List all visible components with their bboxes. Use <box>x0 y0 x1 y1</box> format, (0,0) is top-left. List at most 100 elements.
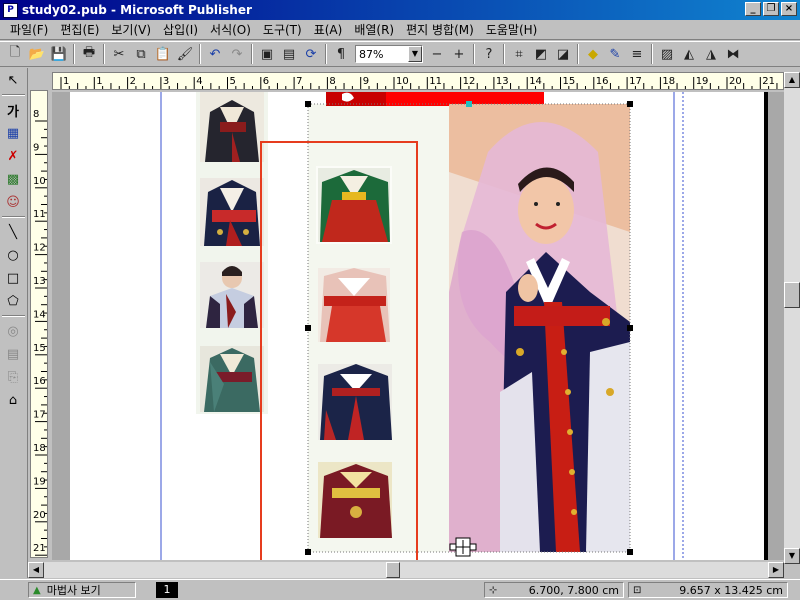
rectangle-tool-icon[interactable]: □ <box>0 267 26 289</box>
help-icon[interactable]: ? <box>478 43 500 65</box>
open-icon[interactable]: 📂 <box>26 43 48 65</box>
design-gallery-icon[interactable]: ⌂ <box>0 389 26 411</box>
table-frame-icon[interactable]: ▦ <box>0 122 26 144</box>
h-ruler-label: 1 <box>96 76 102 87</box>
scroll-up-icon[interactable]: ▲ <box>784 72 800 88</box>
v-ruler-label: 13 <box>33 276 46 287</box>
page-indicator[interactable]: 1 <box>156 582 178 598</box>
copy-icon[interactable]: ⧉ <box>130 43 152 65</box>
horizontal-scroll-thumb[interactable] <box>386 562 400 578</box>
text-frame-icon[interactable]: 가 <box>0 99 26 121</box>
format-painter-icon[interactable]: 🖌 <box>174 43 196 65</box>
zoom-out-icon[interactable]: − <box>426 43 448 65</box>
v-ruler-label: 14 <box>33 309 46 320</box>
form-control-icon[interactable]: ▤ <box>0 343 26 365</box>
menu-insert[interactable]: 삽입(I) <box>157 21 204 38</box>
rotate-icon[interactable]: ⟳ <box>300 43 322 65</box>
menu-help[interactable]: 도움말(H) <box>480 21 544 38</box>
v-ruler-label: 18 <box>33 443 46 454</box>
flip-vertical-icon[interactable]: ⧓ <box>722 43 744 65</box>
zoom-select[interactable]: 87% ▼ <box>355 45 423 63</box>
scroll-down-icon[interactable]: ▼ <box>784 548 800 564</box>
toolbar-separator <box>73 44 75 64</box>
v-ruler-label: 15 <box>33 343 46 354</box>
save-icon[interactable]: 💾 <box>48 43 70 65</box>
minimize-button[interactable]: _ <box>745 2 761 16</box>
wordart-icon[interactable]: ✗ <box>0 145 26 167</box>
wizard-toggle[interactable]: ▲ 마법사 보기 <box>28 582 136 598</box>
v-ruler-label: 12 <box>33 243 46 254</box>
hotspot-icon[interactable]: ◎ <box>0 320 26 342</box>
size-icon: ⊡ <box>633 584 642 596</box>
bring-front-icon[interactable]: ▣ <box>256 43 278 65</box>
shadow-icon[interactable]: ▨ <box>656 43 678 65</box>
pointer-icon[interactable]: ↖ <box>0 69 26 91</box>
window-title: study02.pub - Microsoft Publisher <box>22 3 252 17</box>
rotate-left-icon[interactable]: ◭ <box>678 43 700 65</box>
menu-format[interactable]: 서식(O) <box>204 21 257 38</box>
horizontal-ruler[interactable]: 1 1 2 3 4 5 6 7 8 9 10 11 12 13 14 15 16 17 18 19 20 21 <box>52 72 784 90</box>
undo-icon[interactable]: ↶ <box>204 43 226 65</box>
pilcrow-icon[interactable]: ¶ <box>330 43 352 65</box>
line-color-icon[interactable]: ✎ <box>604 43 626 65</box>
toolbar-separator <box>651 44 653 64</box>
h-ruler-label: 6 <box>263 76 269 87</box>
menu-view[interactable]: 보기(V) <box>105 21 157 38</box>
new-icon[interactable]: 🗋 <box>4 43 26 65</box>
vertical-ruler[interactable]: 8 9 10 11 12 13 14 15 16 17 18 19 20 21 <box>30 90 48 558</box>
vertical-scrollbar[interactable]: ▲ ▼ <box>784 72 800 564</box>
scroll-right-icon[interactable]: ▶ <box>768 562 784 578</box>
menu-edit[interactable]: 편집(E) <box>54 21 105 38</box>
hanbok-main-image[interactable] <box>308 92 630 552</box>
v-ruler-label: 17 <box>33 410 46 421</box>
picture-frame-icon[interactable]: ◩ <box>530 43 552 65</box>
h-ruler-label: 10 <box>396 76 409 87</box>
clipart-icon[interactable]: ☺ <box>0 191 26 213</box>
objects-toolbar: ↖ 가 ▦ ✗ ▩ ☺ ╲ ○ □ ⬠ ◎ ▤ ⎘ ⌂ <box>0 68 28 578</box>
h-ruler-label: 9 <box>363 76 369 87</box>
vertical-scroll-thumb[interactable] <box>784 282 800 308</box>
close-button[interactable]: × <box>781 2 797 16</box>
print-icon[interactable]: 🖶 <box>78 43 100 65</box>
flip-icon[interactable]: ◮ <box>700 43 722 65</box>
custom-shape-icon[interactable]: ⬠ <box>0 290 26 312</box>
toolbar-separator <box>103 44 105 64</box>
scroll-left-icon[interactable]: ◀ <box>28 562 44 578</box>
menu-bar: 파일(F) 편집(E) 보기(V) 삽입(I) 서식(O) 도구(T) 표(A)… <box>0 20 800 40</box>
line-style-icon[interactable]: ≡ <box>626 43 648 65</box>
h-ruler-label: 5 <box>230 76 236 87</box>
zoom-in-icon[interactable]: + <box>448 43 470 65</box>
line-tool-icon[interactable]: ╲ <box>0 221 26 243</box>
h-ruler-label: 4 <box>196 76 202 87</box>
chevron-down-icon[interactable]: ▼ <box>408 46 422 62</box>
maximize-button[interactable]: ❐ <box>763 2 779 16</box>
fill-color-icon[interactable]: ◆ <box>582 43 604 65</box>
picture-icon[interactable]: ▩ <box>0 168 26 190</box>
redo-icon[interactable]: ↷ <box>226 43 248 65</box>
v-ruler-label: 19 <box>33 476 46 487</box>
menu-mail-merge[interactable]: 편지 병합(M) <box>400 21 480 38</box>
v-ruler-label: 9 <box>33 142 39 153</box>
menu-arrange[interactable]: 배열(R) <box>348 21 400 38</box>
menu-table[interactable]: 표(A) <box>308 21 349 38</box>
publication-page[interactable] <box>70 92 768 560</box>
html-fragment-icon[interactable]: ⎘ <box>0 366 26 388</box>
toolbar-separator <box>577 44 579 64</box>
vertical-ruler-ticks: 8 9 10 11 12 13 14 15 16 17 18 19 20 21 <box>33 109 47 556</box>
menu-file[interactable]: 파일(F) <box>4 21 54 38</box>
wrap-text-icon[interactable]: ◪ <box>552 43 574 65</box>
menu-tools[interactable]: 도구(T) <box>257 21 308 38</box>
hanbok-strip-left[interactable] <box>196 92 268 414</box>
v-ruler-label: 10 <box>33 176 46 187</box>
paste-icon[interactable]: 📋 <box>152 43 174 65</box>
crop-icon[interactable]: ⌗ <box>508 43 530 65</box>
document-canvas[interactable] <box>52 92 784 560</box>
publisher-app-icon[interactable]: P <box>3 2 18 18</box>
oval-tool-icon[interactable]: ○ <box>0 244 26 266</box>
toolbar-separator <box>473 44 475 64</box>
send-back-icon[interactable]: ▤ <box>278 43 300 65</box>
position-icon: ⊹ <box>489 584 498 596</box>
cut-icon[interactable]: ✂ <box>108 43 130 65</box>
horizontal-scrollbar[interactable]: ◀ ▶ <box>28 562 784 578</box>
toolbar-separator <box>503 44 505 64</box>
